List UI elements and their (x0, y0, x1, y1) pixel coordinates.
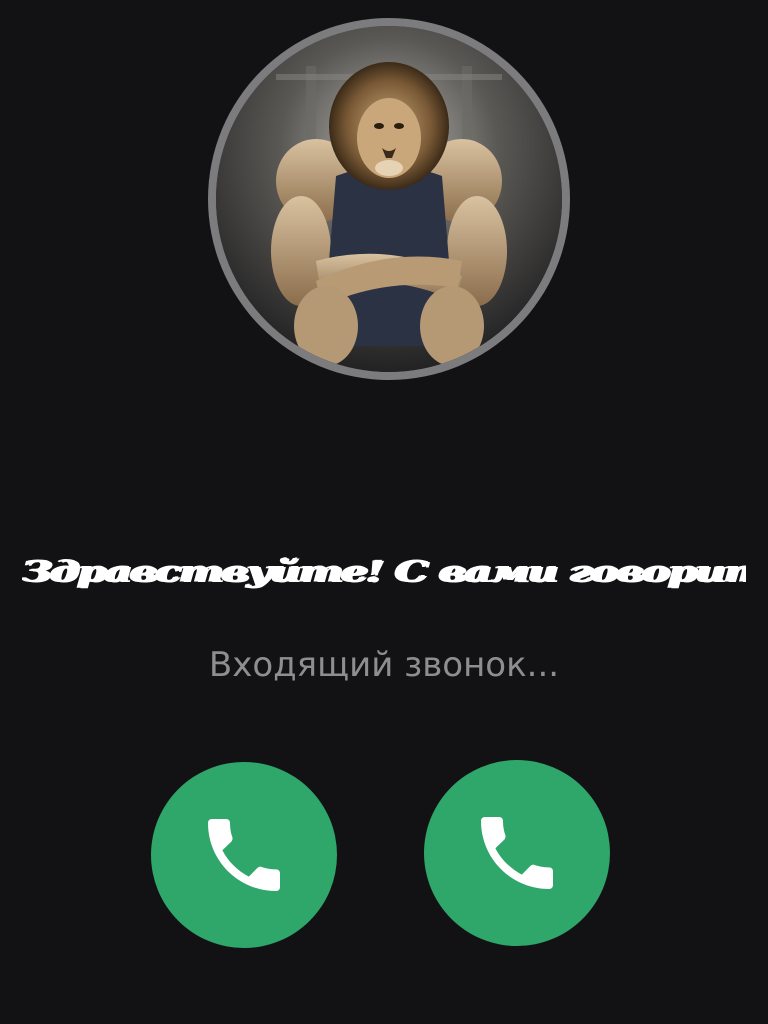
phone-icon (208, 819, 280, 891)
accept-call-button[interactable] (151, 762, 337, 948)
lion-bodybuilder-avatar-icon (216, 26, 562, 372)
caller-name: Здравствуйте! С вами говорит ваш тренер.… (22, 553, 746, 588)
answer-call-button[interactable] (424, 760, 610, 946)
caller-avatar-ring (208, 18, 570, 380)
phone-icon (481, 817, 553, 889)
caller-avatar (216, 26, 562, 372)
call-status: Входящий звонок... (208, 645, 560, 685)
incoming-call-screen: Здравствуйте! С вами говорит ваш тренер.… (0, 0, 768, 1024)
